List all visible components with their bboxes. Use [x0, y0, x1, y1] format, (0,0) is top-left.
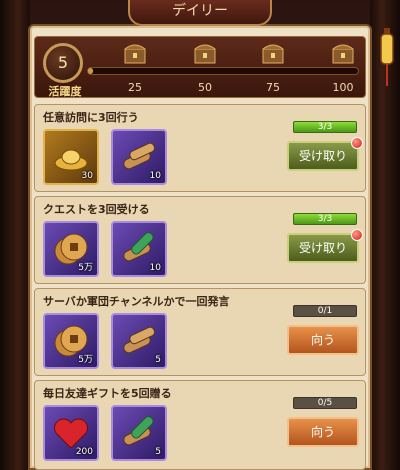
reward-item[interactable]: 5 [111, 313, 167, 369]
claim-button[interactable]: 受け取り [287, 141, 359, 171]
milestone-75[interactable]: 75 [253, 41, 293, 97]
claim-button[interactable]: 受け取り [287, 233, 359, 263]
reward-qty: 5万 [78, 355, 93, 365]
quest-progress: 3/3 [293, 121, 357, 133]
quest-progress: 3/3 [293, 213, 357, 225]
scroll-bundle-icon [123, 326, 156, 354]
go-button[interactable]: 向う [287, 325, 359, 355]
quest-title: 毎日友達ギフトを5回贈る [43, 387, 172, 400]
milestone-value: 50 [198, 81, 212, 94]
quest-card: 任意訪問に3回行う 30 10 3/3 受け取り [34, 104, 366, 192]
quest-title: 任意訪問に3回行う [43, 111, 139, 124]
quest-title: サーバか軍団チャンネルかで一回発言 [43, 295, 230, 308]
reward-item[interactable]: 10 [111, 221, 167, 277]
quest-title: クエストを3回受ける [43, 203, 150, 216]
chest-icon [332, 44, 354, 64]
quest-card: サーバか軍団チャンネルかで一回発言 5万 5 0/1 向う [34, 288, 366, 376]
notification-dot-icon [351, 229, 363, 241]
milestone-value: 100 [332, 81, 354, 94]
milestone-100[interactable]: 100 [323, 41, 363, 97]
milestone-value: 75 [266, 81, 280, 94]
chest-icon [194, 44, 216, 64]
scroll-bundle-icon [123, 416, 154, 446]
reward-item[interactable]: 5万 [43, 221, 99, 277]
reward-item[interactable]: 30 [43, 129, 99, 185]
left-frame-pillar [0, 0, 30, 470]
reward-item[interactable]: 10 [111, 129, 167, 185]
milestone-50[interactable]: 50 [185, 41, 225, 97]
activity-progress-fill [88, 68, 94, 74]
reward-qty: 5万 [78, 263, 93, 273]
reward-qty: 5 [155, 447, 161, 457]
activity-label: 活躍度 [48, 85, 82, 98]
reward-item[interactable]: 5 [111, 405, 167, 461]
chest-icon [262, 44, 284, 64]
quest-card: クエストを3回受ける 5万 10 3/3 受け取り [34, 196, 366, 284]
lantern-icon [380, 28, 394, 86]
quest-progress: 0/1 [293, 305, 357, 317]
quest-card: 毎日友達ギフトを5回贈る 200 5 0/5 向う [34, 380, 366, 470]
go-button[interactable]: 向う [287, 417, 359, 447]
reward-qty: 5 [155, 355, 161, 365]
milestone-value: 25 [128, 81, 142, 94]
reward-qty: 200 [75, 447, 93, 457]
reward-qty: 10 [149, 171, 161, 181]
reward-item[interactable]: 200 [43, 405, 99, 461]
activity-level-badge: 5 [43, 43, 83, 83]
panel-title: デイリー [128, 0, 272, 26]
milestone-25[interactable]: 25 [115, 41, 155, 97]
reward-qty: 30 [81, 171, 93, 181]
quest-progress: 0/5 [293, 397, 357, 409]
reward-item[interactable]: 5万 [43, 313, 99, 369]
activity-header: 5 活躍度 25 50 75 100 [34, 36, 366, 98]
chest-icon [124, 44, 146, 64]
notification-dot-icon [351, 137, 363, 149]
reward-qty: 10 [149, 263, 161, 273]
